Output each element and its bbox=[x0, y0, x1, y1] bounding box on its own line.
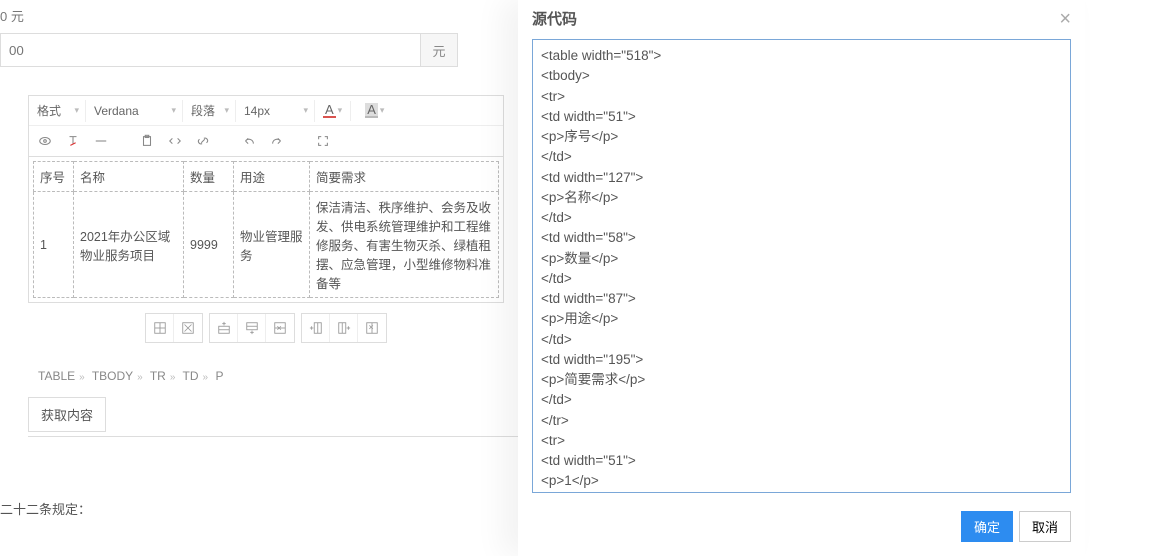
chevron-down-icon: ▾ bbox=[380, 105, 385, 116]
paste-icon[interactable] bbox=[139, 133, 155, 149]
source-textarea[interactable] bbox=[532, 39, 1071, 493]
delete-table-icon[interactable] bbox=[174, 314, 202, 342]
horizontal-rule-icon[interactable] bbox=[93, 133, 109, 149]
insert-col-before-icon[interactable] bbox=[302, 314, 330, 342]
ok-button[interactable]: 确定 bbox=[961, 511, 1013, 542]
undo-icon[interactable] bbox=[241, 133, 257, 149]
text-color-icon: A bbox=[323, 103, 336, 118]
amount-input[interactable] bbox=[0, 33, 420, 67]
chevron-down-icon: ▾ bbox=[338, 105, 343, 116]
preview-icon[interactable] bbox=[37, 133, 53, 149]
breadcrumb: TABLE» TBODY» TR» TD» P bbox=[28, 363, 504, 389]
insert-row-after-icon[interactable] bbox=[238, 314, 266, 342]
paragraph-select[interactable]: 段落▾ bbox=[183, 97, 235, 125]
clear-format-icon[interactable] bbox=[65, 133, 81, 149]
font-select[interactable]: Verdana▾ bbox=[86, 97, 182, 125]
highlight-icon: A bbox=[365, 103, 378, 118]
chevron-down-icon: ▾ bbox=[74, 105, 79, 116]
link-icon[interactable] bbox=[195, 133, 211, 149]
cancel-button[interactable]: 取消 bbox=[1019, 511, 1071, 542]
data-table: 序号 名称 数量 用途 简要需求 1 2021年办公区域物业服务项目 9999 … bbox=[33, 161, 499, 298]
table-header-row: 序号 名称 数量 用途 简要需求 bbox=[34, 162, 499, 192]
table-row: 1 2021年办公区域物业服务项目 9999 物业管理服务 保洁清洁、秩序维护、… bbox=[34, 192, 499, 298]
chevron-down-icon: ▾ bbox=[303, 105, 308, 116]
get-content-button[interactable]: 获取内容 bbox=[28, 397, 106, 432]
chevron-down-icon: ▾ bbox=[224, 105, 229, 116]
delete-col-icon[interactable] bbox=[358, 314, 386, 342]
highlight-color-button[interactable]: A▾ bbox=[363, 97, 386, 125]
code-icon[interactable] bbox=[167, 133, 183, 149]
redo-icon[interactable] bbox=[269, 133, 285, 149]
text-color-button[interactable]: A▾ bbox=[321, 97, 344, 125]
close-icon[interactable]: × bbox=[1059, 9, 1071, 29]
chevron-down-icon: ▾ bbox=[171, 105, 176, 116]
editor-content[interactable]: 序号 名称 数量 用途 简要需求 1 2021年办公区域物业服务项目 9999 … bbox=[28, 156, 504, 303]
fontsize-select[interactable]: 14px▾ bbox=[236, 97, 314, 125]
delete-row-icon[interactable] bbox=[266, 314, 294, 342]
yuan-addon: 元 bbox=[420, 33, 458, 67]
insert-row-before-icon[interactable] bbox=[210, 314, 238, 342]
table-toolbar bbox=[28, 313, 504, 343]
table-props-icon[interactable] bbox=[146, 314, 174, 342]
editor-toolbar: 格式▾ Verdana▾ 段落▾ 14px▾ A▾ A▾ bbox=[28, 95, 504, 156]
modal-title: 源代码 bbox=[532, 8, 577, 29]
fullscreen-icon[interactable] bbox=[315, 133, 331, 149]
source-code-modal: 源代码 × 确定 取消 bbox=[518, 0, 1085, 556]
format-select[interactable]: 格式▾ bbox=[29, 97, 85, 125]
insert-col-after-icon[interactable] bbox=[330, 314, 358, 342]
